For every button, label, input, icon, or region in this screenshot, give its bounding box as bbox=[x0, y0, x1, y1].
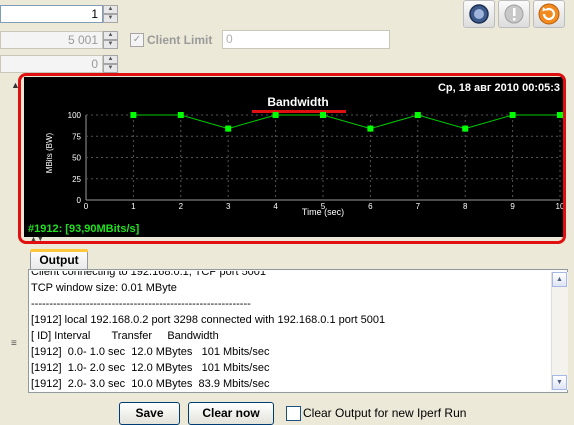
data-point bbox=[509, 112, 516, 118]
data-point bbox=[462, 125, 469, 132]
title-underline bbox=[252, 110, 346, 113]
save-button[interactable]: Save bbox=[119, 402, 180, 425]
stop-button[interactable] bbox=[498, 0, 530, 28]
y-tick-label: 0 bbox=[77, 196, 82, 205]
x-tick-label: 10 bbox=[556, 202, 564, 211]
bandwidth-graph: Ср, 18 авг 2010 00:05:3 Bandwidth MBits … bbox=[24, 77, 565, 237]
scroll-up-icon[interactable]: ▲ bbox=[552, 272, 567, 287]
data-point bbox=[130, 112, 137, 118]
output-line: [1912] 1.0- 2.0 sec 12.0 MBytes 101 Mbit… bbox=[31, 362, 270, 374]
threads-spinner-buttons[interactable]: ▲ ▼ bbox=[103, 5, 118, 23]
window-spinner-buttons[interactable]: ▲ ▼ bbox=[103, 55, 118, 73]
clear-on-run-checkbox[interactable] bbox=[286, 406, 301, 421]
output-line: [1912] local 192.168.0.2 port 3298 conne… bbox=[31, 314, 386, 326]
output-line: [ ID] Interval Transfer Bandwidth bbox=[31, 330, 219, 342]
x-tick-label: 7 bbox=[416, 202, 421, 211]
clear-on-run-label: Clear Output for new Iperf Run bbox=[303, 406, 467, 420]
y-tick-label: 100 bbox=[68, 111, 82, 120]
spin-down-icon[interactable]: ▼ bbox=[103, 64, 118, 73]
collapse-arrows-icon[interactable]: ▲▼ bbox=[30, 236, 44, 243]
spin-down-icon[interactable]: ▼ bbox=[103, 14, 118, 23]
about-icon bbox=[469, 4, 489, 24]
spin-down-icon[interactable]: ▼ bbox=[103, 40, 118, 49]
spin-up-icon[interactable]: ▲ bbox=[103, 5, 118, 14]
data-point bbox=[367, 125, 374, 132]
run-button[interactable] bbox=[533, 0, 565, 28]
y-tick-label: 75 bbox=[72, 132, 81, 141]
tab-output[interactable]: Output bbox=[30, 249, 88, 270]
x-tick-label: 1 bbox=[131, 202, 136, 211]
output-line: TCP window size: 0.01 MByte bbox=[31, 282, 177, 294]
x-tick-label: 6 bbox=[368, 202, 373, 211]
up-arrow-icon: ▲ bbox=[11, 80, 20, 90]
splitter-grip-icon[interactable]: ≡ bbox=[11, 338, 17, 349]
stop-icon bbox=[504, 4, 524, 24]
bandwidth-chart: Ср, 18 авг 2010 00:05:3 Bandwidth MBits … bbox=[45, 82, 565, 217]
x-tick-label: 5 bbox=[321, 202, 326, 211]
data-point bbox=[177, 112, 184, 118]
chart-title: Bandwidth bbox=[267, 95, 328, 109]
spin-up-icon[interactable]: ▲ bbox=[103, 31, 118, 40]
spin-up-icon[interactable]: ▲ bbox=[103, 55, 118, 64]
x-tick-label: 2 bbox=[179, 202, 184, 211]
y-tick-label: 50 bbox=[72, 154, 81, 163]
clear-now-button[interactable]: Clear now bbox=[188, 402, 274, 425]
x-tick-label: 0 bbox=[84, 202, 89, 211]
y-axis-label: MBits (BW) bbox=[45, 132, 54, 173]
port-spinner-field[interactable]: 5 001 bbox=[0, 31, 103, 49]
client-limit-input[interactable]: 0 bbox=[222, 30, 390, 49]
about-button[interactable] bbox=[463, 0, 495, 28]
data-point bbox=[414, 112, 421, 118]
x-tick-label: 4 bbox=[273, 202, 278, 211]
x-tick-label: 3 bbox=[226, 202, 231, 211]
left-gutter bbox=[0, 77, 18, 421]
port-spinner-buttons[interactable]: ▲ ▼ bbox=[103, 31, 118, 49]
output-line: [1912] 0.0- 1.0 sec 12.0 MBytes 101 Mbit… bbox=[31, 346, 270, 358]
graph-timestamp: Ср, 18 авг 2010 00:05:3 bbox=[438, 82, 560, 94]
output-line: Client connecting to 192.168.0.1, TCP po… bbox=[31, 271, 267, 278]
graph-status: #1912: [93,90MBits/s] bbox=[28, 223, 140, 235]
client-limit-label: Client Limit bbox=[147, 33, 213, 47]
client-limit-checkbox[interactable]: ✓ bbox=[130, 33, 144, 47]
x-tick-label: 9 bbox=[510, 202, 515, 211]
window-spinner-field[interactable]: 0 bbox=[0, 55, 103, 73]
x-tick-label: 8 bbox=[463, 202, 468, 211]
threads-spinner-field[interactable]: 1 bbox=[0, 5, 103, 23]
refresh-icon bbox=[538, 3, 560, 25]
output-line: [1912] 2.0- 3.0 sec 10.0 MBytes 83.9 Mbi… bbox=[31, 378, 270, 390]
output-line: ----------------------------------------… bbox=[31, 298, 251, 310]
data-point bbox=[225, 125, 232, 132]
output-scrollbar[interactable]: ▲ ▼ bbox=[551, 272, 568, 390]
series-line bbox=[133, 114, 560, 130]
data-point bbox=[320, 112, 326, 118]
data-point bbox=[557, 112, 563, 118]
data-point bbox=[272, 112, 279, 118]
y-tick-label: 25 bbox=[72, 175, 81, 184]
scroll-down-icon[interactable]: ▼ bbox=[552, 375, 567, 390]
output-textarea[interactable]: Client connecting to 192.168.0.1, TCP po… bbox=[30, 271, 550, 391]
